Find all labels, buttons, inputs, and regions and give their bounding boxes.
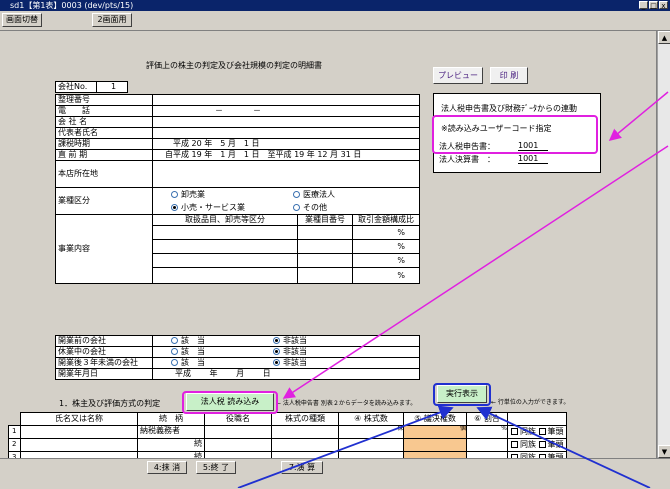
arrow-to-panel xyxy=(608,91,669,141)
arrow-to-jikko-right xyxy=(476,406,651,488)
arrow-to-jikko-left xyxy=(237,405,454,488)
arrow-to-houjin xyxy=(282,145,669,399)
annotation-arrows xyxy=(237,91,669,488)
